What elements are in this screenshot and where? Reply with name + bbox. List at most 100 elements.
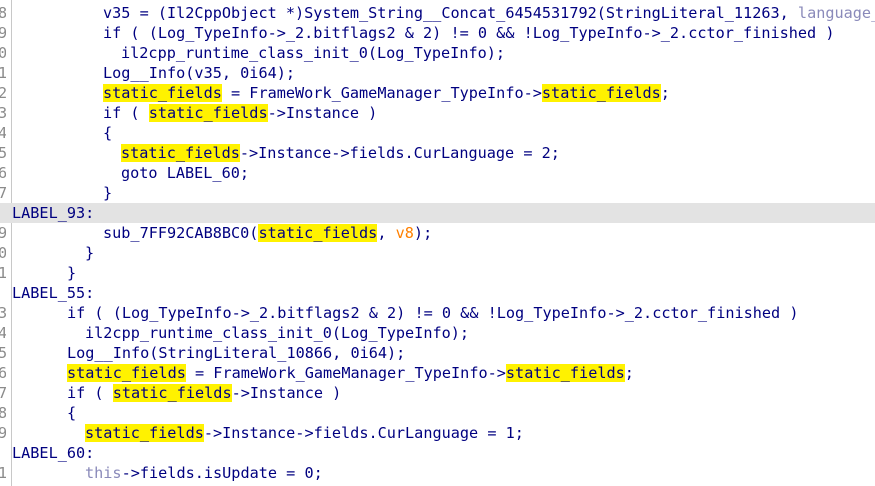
line-number: 6 [0, 164, 6, 182]
code-line[interactable]: 9 static_fields->Instance->fields.CurLang… [0, 423, 875, 443]
code-token: Log__Info(v35, 0i64); [103, 64, 296, 82]
code-line[interactable]: 6 static_fields = FrameWork_GameManager_T… [0, 363, 875, 383]
pseudocode-editor[interactable]: 8 v35 = (Il2CppObject *)System_String__Co… [0, 0, 875, 486]
highlighted-identifier[interactable]: static_fields [148, 104, 268, 122]
code-token: { [103, 124, 113, 142]
line-number: 9 [0, 24, 6, 42]
highlighted-identifier[interactable]: static_fields [103, 84, 222, 102]
code-line[interactable]: LABEL_55: [0, 283, 875, 303]
code-line[interactable]: 0} [0, 243, 875, 263]
line-number: 7 [0, 184, 6, 202]
highlighted-identifier[interactable]: static_fields [541, 84, 661, 102]
line-number: 7 [0, 384, 6, 402]
code-line[interactable]: 8 v35 = (Il2CppObject *)System_String__Co… [0, 3, 875, 23]
code-token: goto LABEL_60; [121, 164, 250, 182]
code-text: } [67, 263, 76, 283]
line-number: 9 [0, 424, 6, 442]
code-text: LABEL_55: [12, 283, 94, 303]
code-token: language_1 [797, 4, 875, 22]
code-text: static_fields->Instance->fields.CurLangu… [85, 423, 524, 443]
line-number: 1 [0, 464, 6, 482]
code-text: LABEL_60: [12, 443, 94, 463]
code-label: LABEL_60: [12, 444, 95, 462]
code-line[interactable]: 1 this->fields.isUpdate = 0; [0, 463, 875, 483]
code-line[interactable]: 6 goto LABEL_60; [0, 163, 875, 183]
code-text: il2cpp_runtime_class_init_0(Log_TypeInfo… [85, 323, 469, 343]
code-text: static_fields = FrameWork_GameManager_Ty… [67, 363, 634, 383]
line-number: 1 [0, 264, 6, 282]
code-line[interactable]: 5 static_fields->Instance->fields.CurLang… [0, 143, 875, 163]
code-text: v35 = (Il2CppObject *)System_String__Con… [103, 3, 875, 23]
code-token: if ( [67, 384, 113, 402]
code-text: goto LABEL_60; [121, 163, 249, 183]
line-number: 4 [0, 324, 6, 342]
code-text: Log__Info(v35, 0i64); [103, 63, 295, 83]
line-number: 3 [0, 304, 6, 322]
code-token: ->Instance ) [267, 104, 378, 122]
code-line[interactable]: 0 il2cpp_runtime_class_init_0(Log_TypeInf… [0, 43, 875, 63]
code-text: Log__Info(StringLiteral_10866, 0i64); [67, 343, 405, 363]
code-text: if ( static_fields->Instance ) [67, 383, 341, 403]
code-line[interactable]: 5 Log__Info(StringLiteral_10866, 0i64); [0, 343, 875, 363]
code-token: = FrameWork_GameManager_TypeInfo-> [221, 84, 542, 102]
highlighted-identifier[interactable]: static_fields [67, 364, 186, 382]
code-text: } [103, 183, 112, 203]
code-label: LABEL_93: [12, 204, 95, 222]
code-text: { [103, 123, 112, 143]
highlighted-identifier[interactable]: static_fields [121, 144, 240, 162]
code-token: sub_7FF92CAB8BC0( [103, 224, 259, 242]
code-line[interactable]: 4{ [0, 123, 875, 143]
code-line[interactable]: LABEL_60: [0, 443, 875, 463]
code-token: ; [624, 364, 634, 382]
highlighted-identifier[interactable]: static_fields [112, 384, 232, 402]
code-text: il2cpp_runtime_class_init_0(Log_TypeInfo… [121, 43, 505, 63]
line-number: 9 [0, 224, 6, 242]
code-token: } [85, 244, 95, 262]
current-code-line[interactable]: LABEL_93: [0, 203, 875, 223]
code-token: } [67, 264, 77, 282]
code-text: LABEL_93: [12, 203, 94, 223]
line-number: 8 [0, 404, 6, 422]
code-line[interactable]: 9 if ( (Log_TypeInfo->_2.bitflags2 & 2) !… [0, 23, 875, 43]
code-line[interactable]: 7} [0, 183, 875, 203]
highlighted-identifier[interactable]: static_fields [85, 424, 204, 442]
code-token: if ( [103, 104, 149, 122]
code-token: { [67, 404, 77, 422]
code-text: sub_7FF92CAB8BC0(static_fields, v8); [103, 223, 432, 243]
code-line[interactable]: 1} [0, 263, 875, 283]
code-token: v35 = (Il2CppObject *)System_String__Con… [103, 4, 798, 22]
code-line[interactable]: 3 if ( static_fields->Instance ) [0, 103, 875, 123]
line-number: 0 [0, 244, 6, 262]
code-token: il2cpp_runtime_class_init_0(Log_TypeInfo… [85, 324, 470, 342]
line-number: 0 [0, 44, 6, 62]
highlighted-identifier[interactable]: static_fields [258, 224, 378, 242]
code-line[interactable]: 9 sub_7FF92CAB8BC0(static_fields, v8); [0, 223, 875, 243]
code-token: = FrameWork_GameManager_TypeInfo-> [185, 364, 506, 382]
code-text: static_fields = FrameWork_GameManager_Ty… [103, 83, 670, 103]
code-token: if ( (Log_TypeInfo->_2.bitflags2 & 2) !=… [103, 24, 835, 42]
code-text: if ( (Log_TypeInfo->_2.bitflags2 & 2) !=… [67, 303, 799, 323]
line-number: 2 [0, 84, 6, 102]
highlighted-identifier[interactable]: static_fields [505, 364, 625, 382]
code-text: if ( static_fields->Instance ) [103, 103, 377, 123]
code-text: this->fields.isUpdate = 0; [85, 463, 323, 483]
line-number: 5 [0, 144, 6, 162]
code-line[interactable]: 2 static_fields = FrameWork_GameManager_T… [0, 83, 875, 103]
code-line[interactable]: 8{ [0, 403, 875, 423]
line-number: 6 [0, 364, 6, 382]
code-token: ); [413, 224, 433, 242]
code-token: this [85, 464, 122, 482]
code-line[interactable]: 4 il2cpp_runtime_class_init_0(Log_TypeInf… [0, 323, 875, 343]
code-line[interactable]: 1 Log__Info(v35, 0i64); [0, 63, 875, 83]
code-text: static_fields->Instance->fields.CurLangu… [121, 143, 560, 163]
code-token: il2cpp_runtime_class_init_0(Log_TypeInfo… [121, 44, 506, 62]
code-line[interactable]: 7 if ( static_fields->Instance ) [0, 383, 875, 403]
code-token: ->Instance->fields.CurLanguage = 1; [203, 424, 524, 442]
code-line[interactable]: 3 if ( (Log_TypeInfo->_2.bitflags2 & 2) !… [0, 303, 875, 323]
code-text: if ( (Log_TypeInfo->_2.bitflags2 & 2) !=… [103, 23, 835, 43]
code-token: Log__Info(StringLiteral_10866, 0i64); [67, 344, 406, 362]
code-token: ; [660, 84, 670, 102]
code-token: ->Instance->fields.CurLanguage = 2; [239, 144, 560, 162]
line-number: 8 [0, 4, 6, 22]
code-token: ->Instance ) [231, 384, 342, 402]
